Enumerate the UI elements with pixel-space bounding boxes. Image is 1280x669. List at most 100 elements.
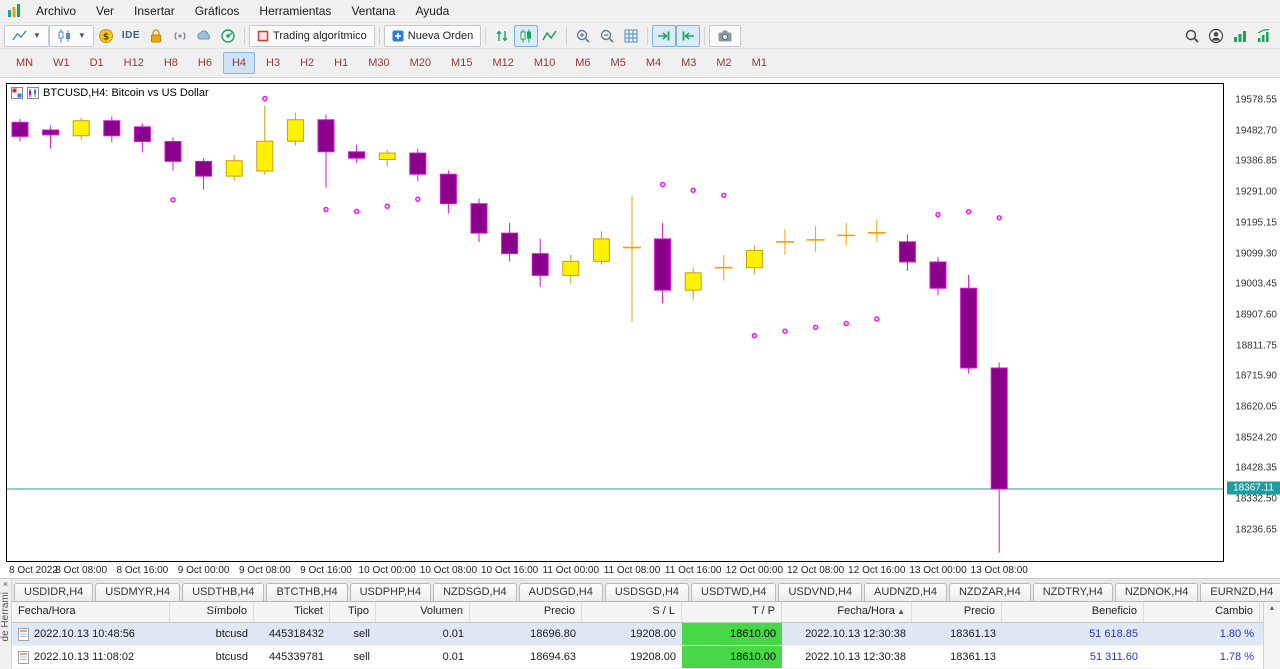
symbol-tab-nzdzar[interactable]: NZDZAR,H4 (948, 583, 1031, 601)
timeframe-d1[interactable]: D1 (81, 52, 113, 74)
chart-canvas[interactable] (7, 84, 1223, 561)
timeframe-m2[interactable]: M2 (707, 52, 740, 74)
date-axis[interactable]: 8 Oct 2022 8 Oct 08:00 8 Oct 16:00 9 Oct 00… (7, 565, 1225, 578)
column-header-2[interactable]: Ticket (254, 602, 330, 622)
symbol-tab-nzdtry[interactable]: NZDTRY,H4 (1032, 583, 1113, 601)
chart-type-candles-dropdown[interactable]: ▼ (48, 24, 94, 47)
chart-window: BTCUSD,H4: Bitcoin vs US Dollar 19578.55… (0, 78, 1280, 578)
chart-type-line-dropdown[interactable]: ▼ (4, 24, 49, 47)
screenshot-button[interactable] (709, 24, 742, 47)
target-icon (221, 28, 235, 43)
timeframe-m15[interactable]: M15 (442, 52, 481, 74)
symbol-tab-btcthb[interactable]: BTCTHB,H4 (266, 583, 348, 601)
timeframe-h6[interactable]: H6 (189, 52, 221, 74)
column-header-8[interactable]: Fecha/Hora ▲ (782, 602, 912, 622)
ide-button[interactable]: IDE (118, 25, 144, 47)
levels-button[interactable] (1252, 25, 1276, 47)
symbol-tab-eurnzd[interactable]: EURNZD,H4 (1200, 583, 1280, 601)
broadcast-button[interactable] (168, 25, 192, 47)
cell-3: sell (353, 628, 370, 640)
timeframe-m30[interactable]: M30 (359, 52, 398, 74)
table-row[interactable]: 2022.10.13 10:48:56 btcusd 445318432 sell 0.… (12, 623, 1263, 646)
timeframe-m5[interactable]: M5 (602, 52, 635, 74)
symbol-tab-usdvnd[interactable]: USDVND,H4 (778, 583, 863, 601)
new-order-button[interactable]: Nueva Orden (383, 24, 482, 47)
menu-item-ventana[interactable]: Ventana (341, 1, 405, 21)
symbol-tab-usdphp[interactable]: USDPHP,H4 (349, 583, 432, 601)
line-mode-button[interactable] (538, 25, 562, 47)
timeframe-h12[interactable]: H12 (115, 52, 153, 74)
menu-item-insertar[interactable]: Insertar (124, 1, 185, 21)
column-header-5[interactable]: Precio (470, 602, 582, 622)
dollar-icon: $ (98, 28, 113, 43)
symbol-tab-nzdsgd[interactable]: NZDSGD,H4 (433, 583, 517, 601)
symbol-tab-usdidr[interactable]: USDIDR,H4 (14, 583, 94, 601)
scroll-up-icon[interactable]: ▲ (1269, 602, 1276, 612)
column-header-10[interactable]: Beneficio (1002, 602, 1144, 622)
symbol-tab-usdmyr[interactable]: USDMYR,H4 (95, 583, 181, 601)
column-header-11[interactable]: Cambio (1144, 602, 1260, 622)
timeframe-m3[interactable]: M3 (672, 52, 705, 74)
menu-item-ayuda[interactable]: Ayuda (405, 1, 459, 21)
account-button[interactable] (1204, 25, 1228, 47)
menu-item-herramientas[interactable]: Herramientas (249, 1, 341, 21)
column-header-1[interactable]: Símbolo (170, 602, 254, 622)
menu-item-ver[interactable]: Ver (86, 1, 124, 21)
chart-shift-button[interactable] (676, 24, 701, 47)
column-header-6[interactable]: S / L (582, 602, 682, 622)
lock-button[interactable] (144, 25, 168, 47)
toolbox-vertical-tab[interactable]: × de Herrami (0, 579, 12, 669)
column-header-7[interactable]: T / P (682, 602, 782, 622)
zoom-in-button[interactable] (571, 25, 595, 47)
timeframe-w1[interactable]: W1 (44, 52, 79, 74)
grid-button[interactable] (619, 25, 643, 47)
sort-prices-button[interactable] (490, 25, 514, 47)
plus-icon (392, 30, 404, 41)
algo-trading-button[interactable]: Trading algorítmico (249, 24, 375, 47)
table-scrollbar[interactable]: ▲ (1263, 602, 1280, 669)
column-header-3[interactable]: Tipo (330, 602, 376, 622)
cloud-button[interactable] (192, 25, 216, 47)
timeframe-mn[interactable]: MN (7, 52, 42, 74)
timeframe-m12[interactable]: M12 (483, 52, 522, 74)
timeframe-h1[interactable]: H1 (325, 52, 357, 74)
timeframe-m10[interactable]: M10 (525, 52, 564, 74)
search-button[interactable] (1180, 25, 1204, 47)
close-icon[interactable]: × (3, 580, 8, 589)
menu-item-gráficos[interactable]: Gráficos (185, 1, 250, 21)
auto-scroll-button[interactable] (652, 24, 677, 47)
timeframe-bar: MN W1 D1 H12 H8 H6 H4 H3 H2 H1 M30 M20 M15 M12 M10 M6 M5… (0, 49, 1280, 78)
symbol-tab-audsgd[interactable]: AUDSGD,H4 (518, 583, 603, 601)
candlesticks-icon (520, 29, 532, 42)
column-header-0[interactable]: Fecha/Hora (12, 602, 170, 622)
bottom-right: USDIDR,H4 USDMYR,H4 USDTHB,H4 BTCTHB,H4 USDP… (12, 579, 1280, 669)
column-header-4[interactable]: Volumen (376, 602, 470, 622)
chart-plot[interactable]: BTCUSD,H4: Bitcoin vs US Dollar (6, 83, 1224, 562)
timeframe-h3[interactable]: H3 (257, 52, 289, 74)
timeframe-h2[interactable]: H2 (291, 52, 323, 74)
target-button[interactable] (216, 25, 240, 47)
table-row[interactable]: 2022.10.13 11:08:02 btcusd 445339781 sell 0.… (12, 646, 1263, 669)
timeframe-h8[interactable]: H8 (155, 52, 187, 74)
zoom-out-button[interactable] (595, 25, 619, 47)
timeframe-m1[interactable]: M1 (743, 52, 776, 74)
column-header-9[interactable]: Precio (912, 602, 1002, 622)
community-button[interactable] (1228, 25, 1252, 47)
price-axis-label: 19578.55 (1235, 94, 1277, 106)
market-watch-button[interactable]: $ (94, 25, 118, 47)
symbol-tab-usdsgd[interactable]: USDSGD,H4 (604, 583, 690, 601)
menu-item-archivo[interactable]: Archivo (26, 1, 86, 21)
indicator-list-icon (27, 87, 39, 99)
symbol-tab-usdthb[interactable]: USDTHB,H4 (182, 583, 265, 601)
symbol-tab-audnzd[interactable]: AUDNZD,H4 (864, 583, 947, 601)
timeframe-m4[interactable]: M4 (637, 52, 670, 74)
date-axis-label: 12 Oct 16:00 (848, 565, 906, 576)
candlestick-mode-button[interactable] (514, 24, 539, 47)
timeframe-m20[interactable]: M20 (401, 52, 440, 74)
timeframe-m6[interactable]: M6 (566, 52, 599, 74)
symbol-tab-usdtwd[interactable]: USDTWD,H4 (691, 583, 777, 601)
symbol-tab-nzdnok[interactable]: NZDNOK,H4 (1114, 583, 1199, 601)
price-axis[interactable]: 19578.55 19482.70 19386.85 19291.00 19195.15… (1226, 83, 1280, 562)
timeframe-h4[interactable]: H4 (222, 52, 256, 74)
chart-properties-icon (11, 87, 23, 99)
